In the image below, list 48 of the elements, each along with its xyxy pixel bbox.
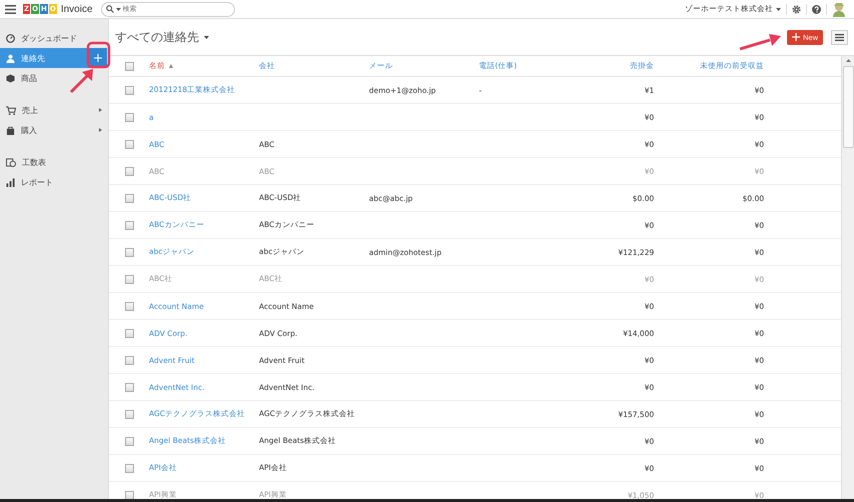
sidebar-item[interactable]: 売上 xyxy=(0,100,108,120)
row-checkbox[interactable] xyxy=(124,194,134,202)
bag-icon xyxy=(6,126,15,134)
scrollbar-thumb[interactable] xyxy=(842,66,854,148)
box-icon xyxy=(6,74,15,82)
avatar-icon[interactable] xyxy=(832,1,846,17)
row-checkbox[interactable] xyxy=(124,248,134,256)
row-checkbox[interactable] xyxy=(124,382,134,392)
search-icon xyxy=(106,5,114,13)
scrollbar[interactable] xyxy=(841,56,854,499)
sort-icon[interactable] xyxy=(169,64,173,68)
row-checkbox[interactable] xyxy=(124,140,134,148)
caret-icon xyxy=(116,8,121,10)
sidebar-item[interactable]: ダッシュボード xyxy=(0,28,108,48)
menu-icon xyxy=(835,34,844,40)
row-checkbox[interactable] xyxy=(124,86,134,94)
row-checkbox[interactable] xyxy=(124,464,134,472)
caret-icon xyxy=(204,36,209,38)
sidebar-item[interactable]: レポート xyxy=(0,172,108,192)
row-checkbox[interactable] xyxy=(124,328,134,338)
highlight-frame xyxy=(86,42,110,68)
row-checkbox[interactable] xyxy=(124,302,134,310)
more-options-button[interactable] xyxy=(831,30,848,44)
help-icon[interactable] xyxy=(812,4,821,14)
app-name: Invoice xyxy=(60,4,93,14)
sidebar-item[interactable]: 商品 xyxy=(0,68,108,88)
plus-icon xyxy=(792,33,800,41)
arrow-drawing xyxy=(70,69,93,94)
plus-icon xyxy=(94,54,102,62)
bar-chart-icon xyxy=(6,178,15,186)
sidebar-item[interactable]: 購入 xyxy=(0,120,108,140)
menu-icon[interactable] xyxy=(5,4,16,14)
sidebar-item[interactable]: 連絡先 xyxy=(0,48,88,68)
person-icon xyxy=(6,54,15,62)
row-checkbox[interactable] xyxy=(124,436,134,446)
scroll-up-icon[interactable] xyxy=(846,59,850,62)
row-checkbox[interactable] xyxy=(124,112,134,122)
settings-icon[interactable] xyxy=(792,4,801,14)
gauge-icon xyxy=(6,34,15,42)
row-checkbox[interactable] xyxy=(124,410,134,418)
row-checkbox[interactable] xyxy=(124,220,134,230)
arrow-drawing xyxy=(740,34,781,50)
caret-icon xyxy=(776,8,781,10)
cart-icon xyxy=(6,106,16,114)
sidebar-item[interactable]: 工数表 xyxy=(0,152,108,172)
row-checkbox[interactable] xyxy=(124,356,134,364)
select-all-checkbox[interactable] xyxy=(124,62,134,70)
view-selector[interactable]: すべての連絡先 xyxy=(115,28,199,46)
